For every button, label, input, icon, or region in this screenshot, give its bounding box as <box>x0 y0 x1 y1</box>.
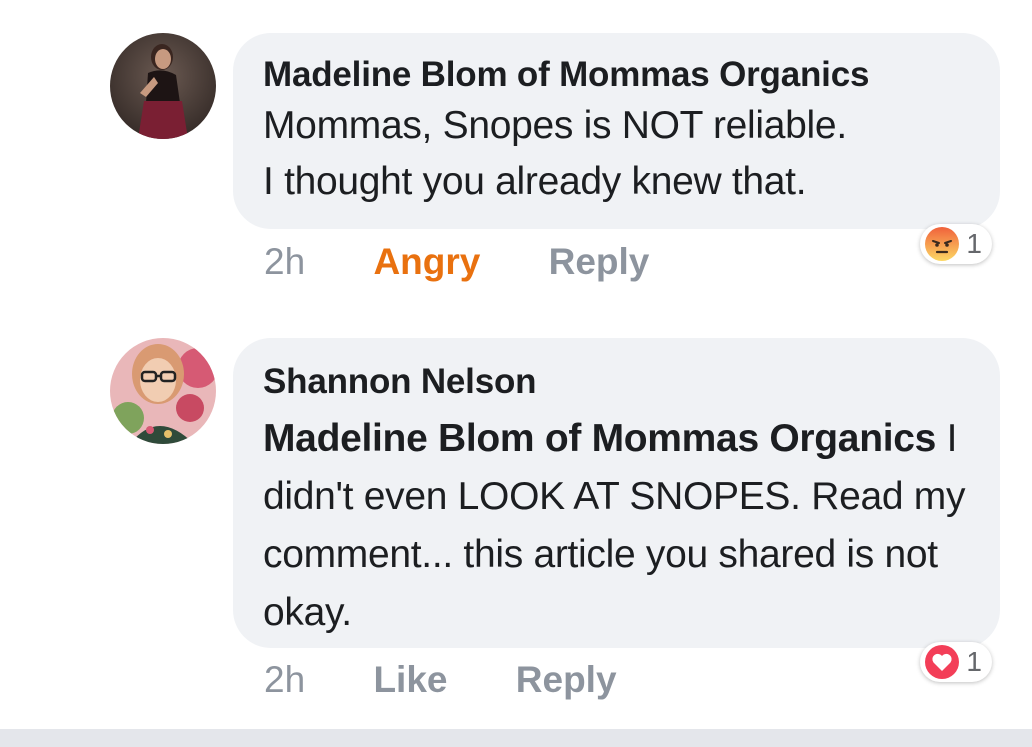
comment-timestamp[interactable]: 2h <box>264 658 305 702</box>
section-divider <box>0 729 1032 747</box>
reaction-count: 1 <box>966 228 982 259</box>
like-button[interactable]: Like <box>373 658 447 702</box>
comment-text-line: I thought you already knew that. <box>263 160 807 203</box>
comment-actions: 2h Like Reply <box>264 658 675 702</box>
avatar-photo-icon <box>110 33 216 139</box>
angry-face-icon <box>925 227 960 261</box>
comment-actions: 2h Angry Reply <box>264 240 707 284</box>
comment-text: Madeline Blom of Mommas Organics I didn'… <box>263 410 970 642</box>
avatar-photo-icon <box>110 338 216 444</box>
heart-icon <box>925 645 960 679</box>
avatar[interactable] <box>110 33 216 139</box>
reply-button[interactable]: Reply <box>516 658 617 702</box>
comment-author[interactable]: Shannon Nelson <box>263 360 970 404</box>
reaction-summary[interactable]: 1 <box>920 224 992 264</box>
reply-button[interactable]: Reply <box>549 240 650 284</box>
mention-link[interactable]: Madeline Blom of Mommas Organics <box>263 417 936 460</box>
angry-reaction-button[interactable]: Angry <box>373 240 480 284</box>
reaction-summary[interactable]: 1 <box>920 642 992 682</box>
reaction-count: 1 <box>966 646 982 677</box>
avatar[interactable] <box>110 338 216 444</box>
comment-bubble: Shannon Nelson Madeline Blom of Mommas O… <box>233 338 1000 648</box>
comment-timestamp[interactable]: 2h <box>264 240 305 284</box>
comment-author[interactable]: Madeline Blom of Mommas Organics <box>263 53 970 97</box>
comment-bubble: Madeline Blom of Mommas Organics Mommas,… <box>233 33 1000 229</box>
comment-text-line: Mommas, Snopes is NOT reliable. <box>263 104 847 147</box>
